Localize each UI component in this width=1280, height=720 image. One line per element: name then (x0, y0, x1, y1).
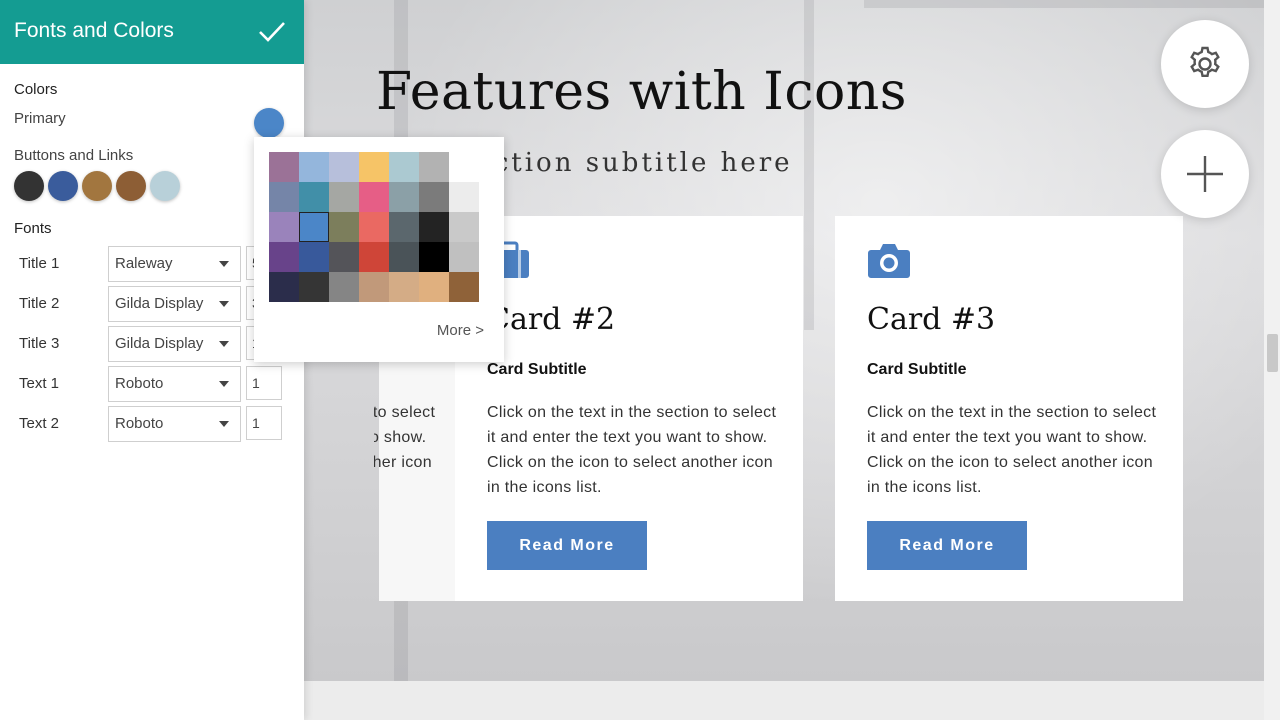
color-palette-cell[interactable] (269, 182, 299, 212)
card-3: Card #3 Card Subtitle Click on the text … (835, 216, 1183, 601)
font-family-select[interactable]: Gilda Display (108, 326, 241, 362)
color-palette-cell[interactable] (299, 272, 329, 302)
color-palette-cell[interactable] (329, 182, 359, 212)
add-block-button[interactable] (1161, 130, 1249, 218)
card-2-read-more-button[interactable]: Read More (487, 521, 647, 570)
font-row-label: Title 3 (19, 335, 60, 352)
color-palette-cell[interactable] (359, 212, 389, 242)
card-2: Card #2 Card Subtitle Click on the text … (455, 216, 803, 601)
font-family-value: Roboto (115, 415, 164, 432)
card-3-subtitle[interactable]: Card Subtitle (867, 361, 967, 379)
color-palette-cell[interactable] (299, 212, 329, 242)
font-row-label: Title 1 (19, 255, 60, 272)
card-3-text[interactable]: Click on the text in the section to sele… (867, 400, 1157, 500)
color-palette-cell[interactable] (359, 182, 389, 212)
color-palette-cell[interactable] (449, 272, 479, 302)
color-palette-cell[interactable] (269, 242, 299, 272)
color-palette-grid (269, 152, 479, 302)
color-palette-cell[interactable] (449, 212, 479, 242)
card-1-text[interactable]: Click on the text in the section to sele… (374, 400, 436, 500)
color-palette-cell[interactable] (359, 242, 389, 272)
color-palette-cell[interactable] (269, 212, 299, 242)
button-color-swatch[interactable] (48, 171, 78, 201)
colors-heading: Colors (14, 81, 58, 98)
font-size-input[interactable]: 1 (246, 366, 282, 400)
font-family-select[interactable]: Roboto (108, 366, 241, 402)
dropdown-caret-icon (219, 381, 229, 387)
color-palette-cell[interactable] (389, 242, 419, 272)
fonts-heading: Fonts (14, 220, 52, 237)
color-palette-cell[interactable] (389, 212, 419, 242)
card-3-title[interactable]: Card #3 (867, 302, 995, 337)
color-palette-cell[interactable] (299, 182, 329, 212)
font-family-select[interactable]: Roboto (108, 406, 241, 442)
color-palette-cell[interactable] (419, 212, 449, 242)
font-row-text-2: Text 2 Roboto 1 (0, 406, 304, 442)
button-color-swatch[interactable] (150, 171, 180, 201)
color-palette-cell[interactable] (269, 152, 299, 182)
color-palette-cell[interactable] (449, 242, 479, 272)
more-colors-link[interactable]: More > (437, 322, 484, 339)
color-picker-popup: More > (254, 137, 504, 362)
font-family-value: Raleway (115, 255, 173, 272)
font-row-label: Text 1 (19, 375, 60, 392)
color-palette-cell[interactable] (299, 152, 329, 182)
card-2-subtitle[interactable]: Card Subtitle (487, 361, 587, 379)
buttons-links-label: Buttons and Links (14, 147, 134, 164)
plus-icon (1187, 156, 1223, 192)
color-palette-cell[interactable] (419, 272, 449, 302)
font-row-text-1: Text 1 Roboto 1 (0, 366, 304, 402)
font-row-label: Text 2 (19, 415, 60, 432)
dropdown-caret-icon (219, 341, 229, 347)
button-color-swatch[interactable] (82, 171, 112, 201)
settings-button[interactable] (1161, 20, 1249, 108)
button-color-swatch[interactable] (116, 171, 146, 201)
button-color-swatch[interactable] (14, 171, 44, 201)
section-title[interactable]: Features with Icons (376, 62, 907, 122)
card-2-text[interactable]: Click on the text in the section to sele… (487, 400, 777, 500)
font-family-select[interactable]: Gilda Display (108, 286, 241, 322)
color-palette-cell[interactable] (419, 242, 449, 272)
color-palette-cell[interactable] (329, 242, 359, 272)
checkmark-icon[interactable] (258, 20, 286, 44)
dropdown-caret-icon (219, 421, 229, 427)
color-palette-cell[interactable] (389, 272, 419, 302)
page-below-section (304, 681, 1264, 720)
color-palette-cell[interactable] (329, 272, 359, 302)
color-palette-cell[interactable] (299, 242, 329, 272)
color-palette-cell[interactable] (419, 182, 449, 212)
font-family-select[interactable]: Raleway (108, 246, 241, 282)
panel-header: Fonts and Colors (0, 0, 304, 64)
primary-color-swatch[interactable] (254, 108, 284, 138)
card-2-title[interactable]: Card #2 (487, 302, 615, 337)
gear-icon (1190, 46, 1220, 77)
card-3-read-more-button[interactable]: Read More (867, 521, 1027, 570)
color-palette-cell[interactable] (389, 152, 419, 182)
scrollbar-thumb[interactable] (1267, 334, 1278, 372)
color-palette-cell[interactable] (329, 212, 359, 242)
panel-title: Fonts and Colors (14, 19, 174, 42)
color-palette-cell[interactable] (449, 152, 479, 182)
font-family-value: Roboto (115, 375, 164, 392)
card-1-text-fragment: Click on the text in the section to sele… (374, 400, 454, 500)
color-palette-cell[interactable] (419, 152, 449, 182)
color-palette-cell[interactable] (269, 272, 299, 302)
color-palette-cell[interactable] (449, 182, 479, 212)
button-color-swatches (14, 171, 180, 201)
font-size-input[interactable]: 1 (246, 406, 282, 440)
color-palette-cell[interactable] (389, 182, 419, 212)
background-beam (804, 0, 814, 330)
color-palette-cell[interactable] (359, 152, 389, 182)
dropdown-caret-icon (219, 301, 229, 307)
dropdown-caret-icon (219, 261, 229, 267)
primary-label: Primary (14, 110, 66, 127)
color-palette-cell[interactable] (329, 152, 359, 182)
camera-icon[interactable] (867, 240, 911, 280)
font-row-label: Title 2 (19, 295, 60, 312)
background-beam (864, 0, 1264, 8)
font-family-value: Gilda Display (115, 295, 204, 312)
color-palette-cell[interactable] (359, 272, 389, 302)
font-family-value: Gilda Display (115, 335, 204, 352)
